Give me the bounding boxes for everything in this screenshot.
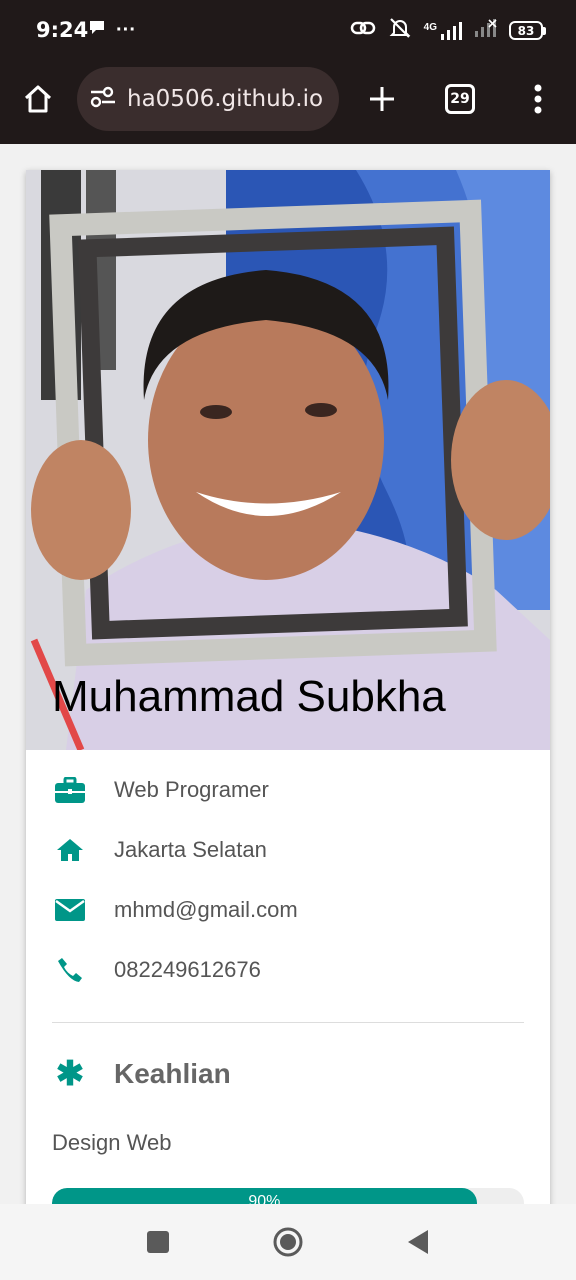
home-nav-button[interactable] (270, 1224, 306, 1260)
battery-level: 83 (509, 21, 543, 40)
briefcase-icon (54, 774, 86, 806)
link-icon (350, 18, 376, 43)
square-icon (147, 1231, 169, 1253)
back-button[interactable] (400, 1224, 436, 1260)
skill-label: Design Web (52, 1130, 172, 1155)
recents-button[interactable] (140, 1224, 176, 1260)
url-text: ha0506.github.io (127, 86, 324, 112)
address-bar[interactable]: ha0506.github.io (77, 67, 339, 131)
system-nav-bar (0, 1204, 576, 1280)
status-time: 9:24 (36, 18, 89, 42)
plus-icon (370, 87, 394, 111)
home-icon (54, 834, 86, 866)
info-row-phone: 082249612676 (26, 950, 550, 990)
asterisk-icon: ✱ (55, 1055, 85, 1093)
web-page[interactable]: Muhammad Subkha Web Programer Jakarta Se… (0, 144, 576, 1204)
phone-number[interactable]: 082249612676 (114, 957, 261, 983)
info-row-email: mhmd@gmail.com (26, 890, 550, 930)
more-notifications-icon: ··· (116, 18, 136, 41)
battery-icon: 83 (509, 21, 546, 40)
chat-bubble-icon (88, 18, 106, 41)
more-vertical-icon (534, 84, 542, 114)
email-link[interactable]: mhmd@gmail.com (114, 897, 298, 923)
site-settings-icon[interactable] (89, 85, 117, 114)
phone-icon (54, 954, 86, 986)
job-title: Web Programer (114, 777, 269, 802)
tab-count: 29 (445, 84, 475, 114)
info-row-job: Web Programer (26, 770, 550, 810)
browser-toolbar: ha0506.github.io 29 (0, 62, 576, 144)
skills-title: Keahlian (114, 1058, 231, 1089)
tab-switcher-button[interactable]: 29 (440, 79, 480, 119)
home-outline-icon (24, 85, 52, 113)
status-bar: 9:24 ··· 4G 83 (0, 0, 576, 62)
signal-weak-icon (475, 19, 497, 42)
profile-photo: Muhammad Subkha (26, 170, 550, 750)
envelope-icon (54, 894, 86, 926)
menu-button[interactable] (518, 79, 558, 119)
divider (52, 1022, 524, 1023)
info-row-location: Jakarta Selatan (26, 830, 550, 870)
skill-progress-bar: 90% (52, 1188, 524, 1204)
signal-4g-icon: 4G (424, 21, 463, 40)
muted-bell-icon (388, 16, 412, 45)
profile-card: Muhammad Subkha Web Programer Jakarta Se… (26, 170, 550, 1204)
home-button[interactable] (18, 79, 58, 119)
triangle-back-icon (408, 1230, 428, 1254)
new-tab-button[interactable] (362, 79, 402, 119)
skill-progress-fill: 90% (52, 1188, 477, 1204)
location-text: Jakarta Selatan (114, 837, 267, 862)
profile-name: Muhammad Subkha (52, 672, 446, 721)
circle-icon (273, 1227, 303, 1257)
